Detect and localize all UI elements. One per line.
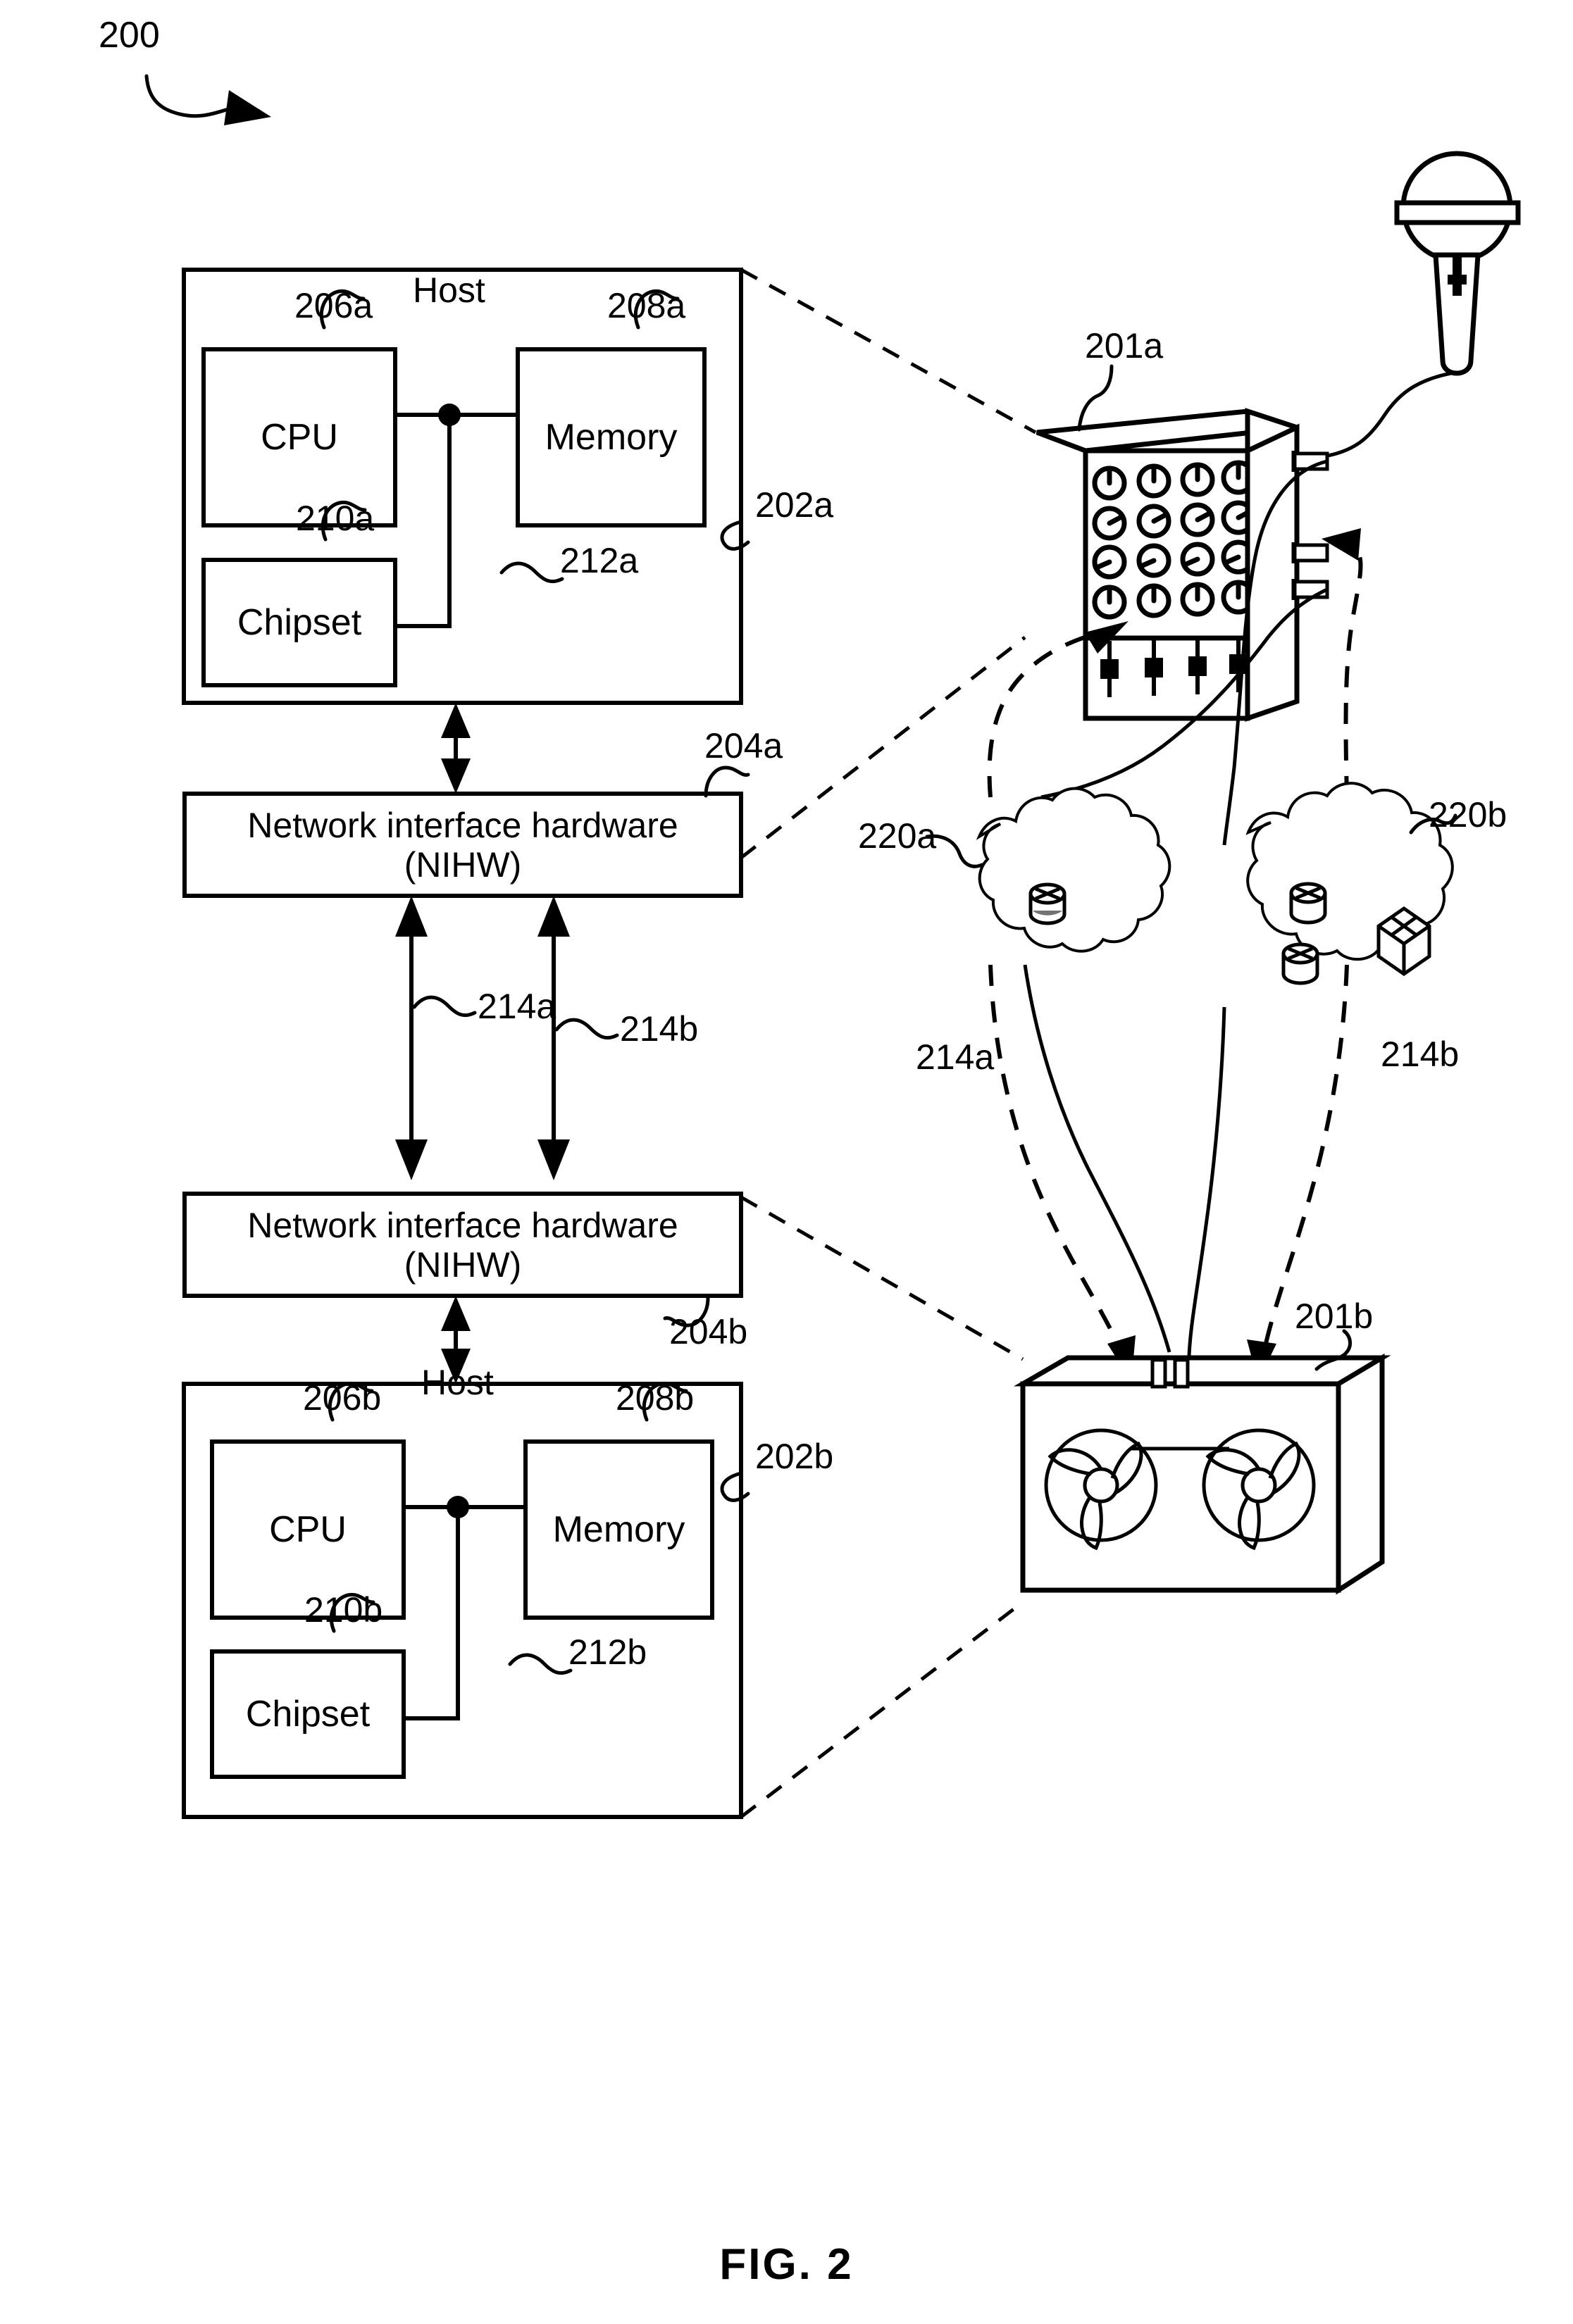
host-b-enclosure-ref: 202b	[755, 1437, 834, 1476]
host-b-cpu-label: CPU	[269, 1509, 347, 1550]
host-b-memory-label: Memory	[552, 1509, 685, 1550]
nihw-b-ref: 204b	[669, 1312, 748, 1351]
host-a-cpu-label: CPU	[261, 417, 338, 458]
knob	[1092, 506, 1127, 541]
nihw-a-line1: Network interface hardware	[247, 805, 678, 845]
link-214b-leader	[554, 1018, 619, 1040]
link-214b-arrow	[537, 896, 570, 1180]
knob	[1180, 582, 1215, 617]
host-a-cpu-ref: 206a	[294, 286, 373, 325]
audio-mixer-device	[1036, 408, 1329, 722]
slider	[1188, 638, 1207, 694]
host-b-title: Host	[421, 1363, 494, 1402]
figure-number-leader	[144, 74, 271, 125]
speaker-ref: 201b	[1295, 1297, 1374, 1336]
callout-lines-host-b	[740, 1195, 1024, 1818]
cloud-a	[976, 787, 1171, 953]
mixer-leader	[1077, 364, 1114, 432]
knob	[1092, 544, 1127, 580]
mixer-ref: 201a	[1085, 326, 1164, 366]
slider	[1100, 641, 1119, 697]
knob	[1136, 504, 1171, 539]
figure-canvas	[144, 74, 1521, 1819]
host-a-memory-label: Memory	[545, 417, 678, 458]
cloud-a-ref: 220a	[858, 816, 937, 856]
slider	[1145, 639, 1163, 696]
callout-lines-host-a	[740, 268, 1037, 859]
knob	[1136, 583, 1171, 618]
knob	[1092, 585, 1127, 620]
cloud-b	[1245, 782, 1454, 985]
knob	[1136, 543, 1171, 578]
host-b-chipset-label: Chipset	[245, 1694, 371, 1735]
figure-caption: FIG. 2	[719, 2240, 854, 2289]
host-b-memory-ref: 208b	[616, 1378, 695, 1418]
knob	[1136, 463, 1171, 499]
host-a-memory-ref: 208a	[607, 286, 686, 325]
host-a-bus-ref: 212a	[560, 541, 639, 580]
nihw-b-line2: (NIHW)	[404, 1244, 522, 1285]
link-214a-ref: 214a	[478, 987, 557, 1026]
host-a-enclosure-ref: 202a	[755, 485, 834, 525]
host-a-chipset-label: Chipset	[237, 602, 362, 643]
figure-number: 200	[99, 15, 160, 56]
knob	[1180, 542, 1215, 577]
nihw-b-line1: Network interface hardware	[247, 1205, 678, 1245]
link-214a-leader	[412, 995, 477, 1018]
host-a-title: Host	[413, 270, 485, 310]
cloud-b-ref: 220b	[1429, 795, 1507, 835]
knob	[1092, 466, 1127, 501]
net-link-214b-ref: 214b	[1381, 1035, 1460, 1074]
patent-figure-page: 200 Host 206a 208a 210a 212a 202a CPU Me…	[0, 0, 1573, 2324]
host-b-cpu-ref: 206b	[303, 1378, 382, 1418]
link-214b-ref: 214b	[620, 1009, 699, 1049]
flow-path-dashed-a	[987, 621, 1136, 1382]
loudspeaker-device	[1013, 1353, 1391, 1595]
host-a-to-nihw-a-arrow	[441, 703, 471, 794]
nihw-a-ref: 204a	[704, 726, 783, 766]
link-214a-arrow	[395, 896, 428, 1180]
nihw-a-line2: (NIHW)	[404, 844, 522, 885]
router-icon	[1281, 942, 1319, 985]
microphone	[1324, 151, 1521, 458]
net-link-214a-ref: 214a	[916, 1037, 995, 1077]
knob	[1180, 502, 1215, 537]
knob	[1180, 462, 1215, 497]
host-b-bus-ref: 212b	[568, 1632, 647, 1672]
